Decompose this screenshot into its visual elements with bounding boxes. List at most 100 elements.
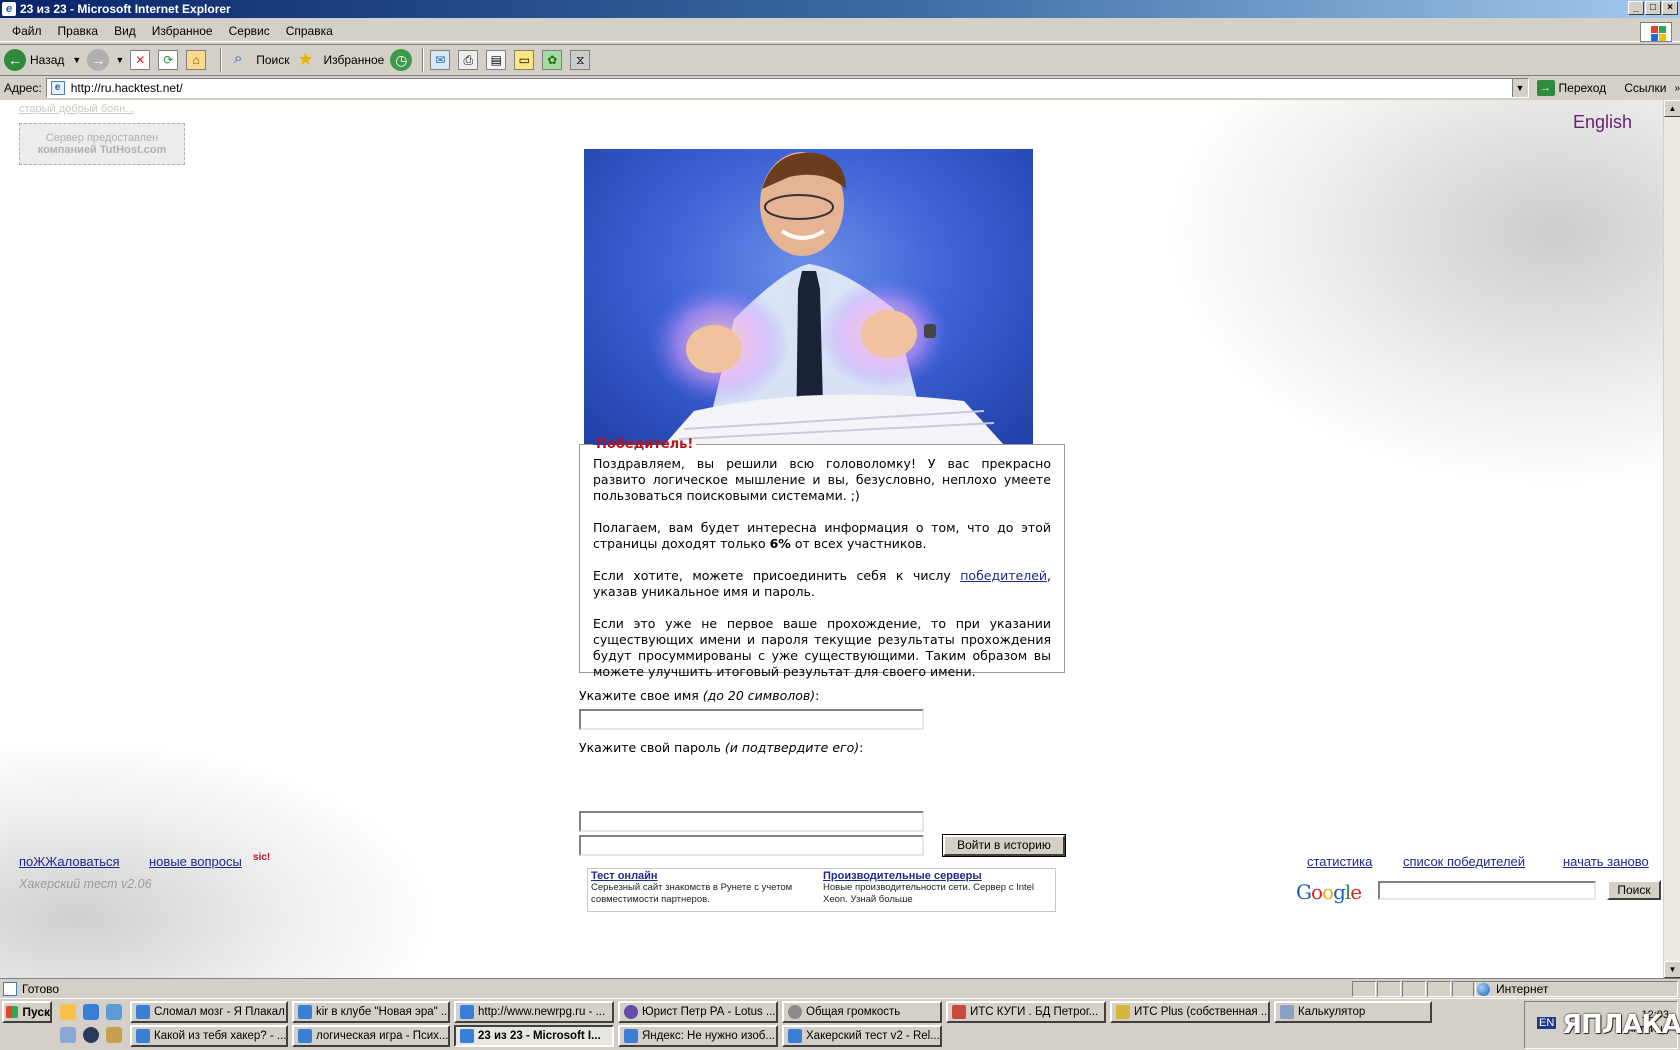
chevron-right-icon[interactable]: » xyxy=(1674,83,1680,94)
toolbar: ← Назад ▼ → ▼ ✕ ⟳ ⌂ ⌕ Поиск ★ Избранное … xyxy=(0,44,1680,76)
complain-link[interactable]: поЖЖаловаться xyxy=(19,854,120,869)
close-button[interactable]: × xyxy=(1662,1,1678,15)
app-icon xyxy=(1116,1005,1130,1019)
scroll-up-button[interactable]: ▲ xyxy=(1664,100,1680,117)
sic-badge: sic! xyxy=(253,852,271,863)
media-icon[interactable] xyxy=(83,1027,99,1043)
password-input[interactable] xyxy=(579,811,924,832)
menu-help[interactable]: Справка xyxy=(278,24,341,38)
taskbar-button[interactable]: ИТС КУГИ . БД Петрог... xyxy=(946,1001,1106,1023)
discuss-button[interactable]: ▭ xyxy=(514,50,535,70)
address-dropdown-icon[interactable]: ▼ xyxy=(1511,79,1528,97)
winner-box: Победитель! Поздравляем, вы решили всю г… xyxy=(579,437,1065,679)
old-version-link[interactable]: старый добрый боян... xyxy=(19,103,134,115)
favorites-button[interactable]: ★ Избранное xyxy=(296,49,384,70)
menu-view[interactable]: Вид xyxy=(106,24,144,38)
back-dropdown-icon[interactable]: ▼ xyxy=(72,55,81,65)
ie-icon xyxy=(460,1029,474,1043)
ie-icon[interactable] xyxy=(83,1004,99,1020)
taskbar-button[interactable]: Какой из тебя хакер? - ... xyxy=(130,1025,288,1047)
taskbar-button[interactable]: kir в клубе "Новая эра" ... xyxy=(292,1001,450,1023)
search-button[interactable]: ⌕ Поиск xyxy=(228,50,289,70)
scroll-down-button[interactable]: ▼ xyxy=(1664,961,1680,978)
quicklaunch-icon[interactable] xyxy=(106,1027,122,1043)
menu-edit[interactable]: Правка xyxy=(50,24,107,38)
ie-icon xyxy=(298,1005,312,1019)
go-button[interactable]: → Переход xyxy=(1536,80,1606,96)
menu-favorites[interactable]: Избранное xyxy=(144,24,221,38)
status-text: Готово xyxy=(22,981,60,996)
taskbar: Пуск Сломал мозг - Я Плакал... kir в клу… xyxy=(0,998,1680,1050)
status-bar: Готово Интернет xyxy=(0,978,1680,998)
taskbar-button[interactable]: Юрист Петр РА - Lotus ... xyxy=(618,1001,778,1023)
page-content: старый добрый боян... Сервер предоставле… xyxy=(0,100,1663,978)
links-button[interactable]: Ссылки xyxy=(1624,81,1666,95)
print-button[interactable]: ⎙ xyxy=(458,50,479,70)
address-url: http://ru.hacktest.net/ xyxy=(70,81,183,95)
winners-link[interactable]: победителей xyxy=(960,568,1047,583)
security-zone: Интернет xyxy=(1473,981,1678,997)
calculator-icon xyxy=(1280,1005,1294,1019)
google-search-button[interactable]: Поиск xyxy=(1607,880,1661,900)
forward-button[interactable]: → xyxy=(87,49,110,71)
ad-title[interactable]: Производительные серверы xyxy=(823,870,1051,882)
menu-file[interactable]: Файл xyxy=(4,24,50,38)
extra-tool-button[interactable]: ⧖ xyxy=(570,50,591,70)
forward-dropdown-icon[interactable]: ▼ xyxy=(115,55,124,65)
hacker-photo-illustration xyxy=(649,152,1004,445)
version-text: Хакерский тест v2.06 xyxy=(19,877,152,891)
taskbar-button[interactable]: Яндекс: Не нужно изоб... xyxy=(618,1025,778,1047)
minimize-button[interactable]: _ xyxy=(1628,1,1644,15)
taskbar-button[interactable]: логическая игра - Псих... xyxy=(292,1025,450,1047)
go-arrow-icon: → xyxy=(1536,80,1555,96)
taskbar-button-active[interactable]: 23 из 23 - Microsoft I... xyxy=(454,1025,614,1047)
winners-list-link[interactable]: список победителей xyxy=(1403,854,1525,869)
ad-item[interactable]: Тест онлайн Серьезный сайт знакомств в Р… xyxy=(591,870,819,906)
ad-title[interactable]: Тест онлайн xyxy=(591,870,819,882)
english-link[interactable]: English xyxy=(1573,112,1632,133)
history-button[interactable]: ◷ xyxy=(390,49,413,71)
taskbar-button[interactable]: Сломал мозг - Я Плакал... xyxy=(130,1001,288,1023)
statistics-link[interactable]: статистика xyxy=(1307,854,1372,869)
vertical-scrollbar[interactable]: ▲ ▼ xyxy=(1663,100,1680,978)
taskbar-button[interactable]: http://www.newrpg.ru - ... xyxy=(454,1001,614,1023)
quicklaunch-icon[interactable] xyxy=(60,1004,76,1020)
mail-button[interactable]: ✉ xyxy=(430,50,451,70)
refresh-button[interactable]: ⟳ xyxy=(158,50,179,70)
ad-text: Новые производительности сети. Сервер с … xyxy=(823,882,1035,905)
enter-history-button[interactable]: Войти в историю xyxy=(942,834,1066,857)
status-panels xyxy=(1352,981,1477,997)
google-search-input[interactable] xyxy=(1378,881,1596,900)
taskbar-button[interactable]: Общая громкость xyxy=(782,1001,942,1023)
winner-paragraph-4: Если это уже не первое ваше прохождение,… xyxy=(593,616,1051,679)
hosting-banner[interactable]: Сервер предоставлен компанией TutHost.co… xyxy=(19,123,185,165)
start-button[interactable]: Пуск xyxy=(2,1001,52,1023)
volume-icon xyxy=(788,1005,802,1019)
taskbar-button[interactable]: Калькулятор xyxy=(1274,1001,1432,1023)
menu-tools[interactable]: Сервис xyxy=(221,24,278,38)
password-confirm-input[interactable] xyxy=(579,835,924,856)
ad-item[interactable]: Производительные серверы Новые производи… xyxy=(823,870,1051,906)
page-icon xyxy=(3,981,17,996)
back-button[interactable]: ← Назад xyxy=(4,49,64,71)
address-input[interactable]: e http://ru.hacktest.net/ ▼ xyxy=(45,78,1529,98)
ad-text: Серьезный сайт знакомств в Рунете с учет… xyxy=(591,882,793,905)
taskbar-button[interactable]: Хакерский тест v2 - Rel... xyxy=(782,1025,942,1047)
star-icon: ★ xyxy=(297,49,314,69)
icq-button[interactable]: ✿ xyxy=(542,50,563,70)
stop-button[interactable]: ✕ xyxy=(130,50,151,70)
new-questions-link[interactable]: новые вопросы xyxy=(149,854,242,869)
language-indicator[interactable]: EN xyxy=(1537,1017,1557,1029)
google-logo: Google xyxy=(1296,880,1362,904)
ie-icon: e xyxy=(2,2,16,16)
quicklaunch-icon[interactable] xyxy=(60,1027,76,1043)
edit-button[interactable]: ▤ xyxy=(486,50,507,70)
restart-link[interactable]: начать заново xyxy=(1563,854,1649,869)
name-input[interactable] xyxy=(579,709,924,730)
home-button[interactable]: ⌂ xyxy=(186,50,207,70)
taskbar-button[interactable]: ИТС Plus (собственная ... xyxy=(1110,1001,1270,1023)
maximize-button[interactable]: □ xyxy=(1645,1,1661,15)
ad-block: Тест онлайн Серьезный сайт знакомств в Р… xyxy=(587,868,1056,912)
ie-icon xyxy=(136,1029,150,1043)
desktop-icon[interactable] xyxy=(106,1004,122,1020)
